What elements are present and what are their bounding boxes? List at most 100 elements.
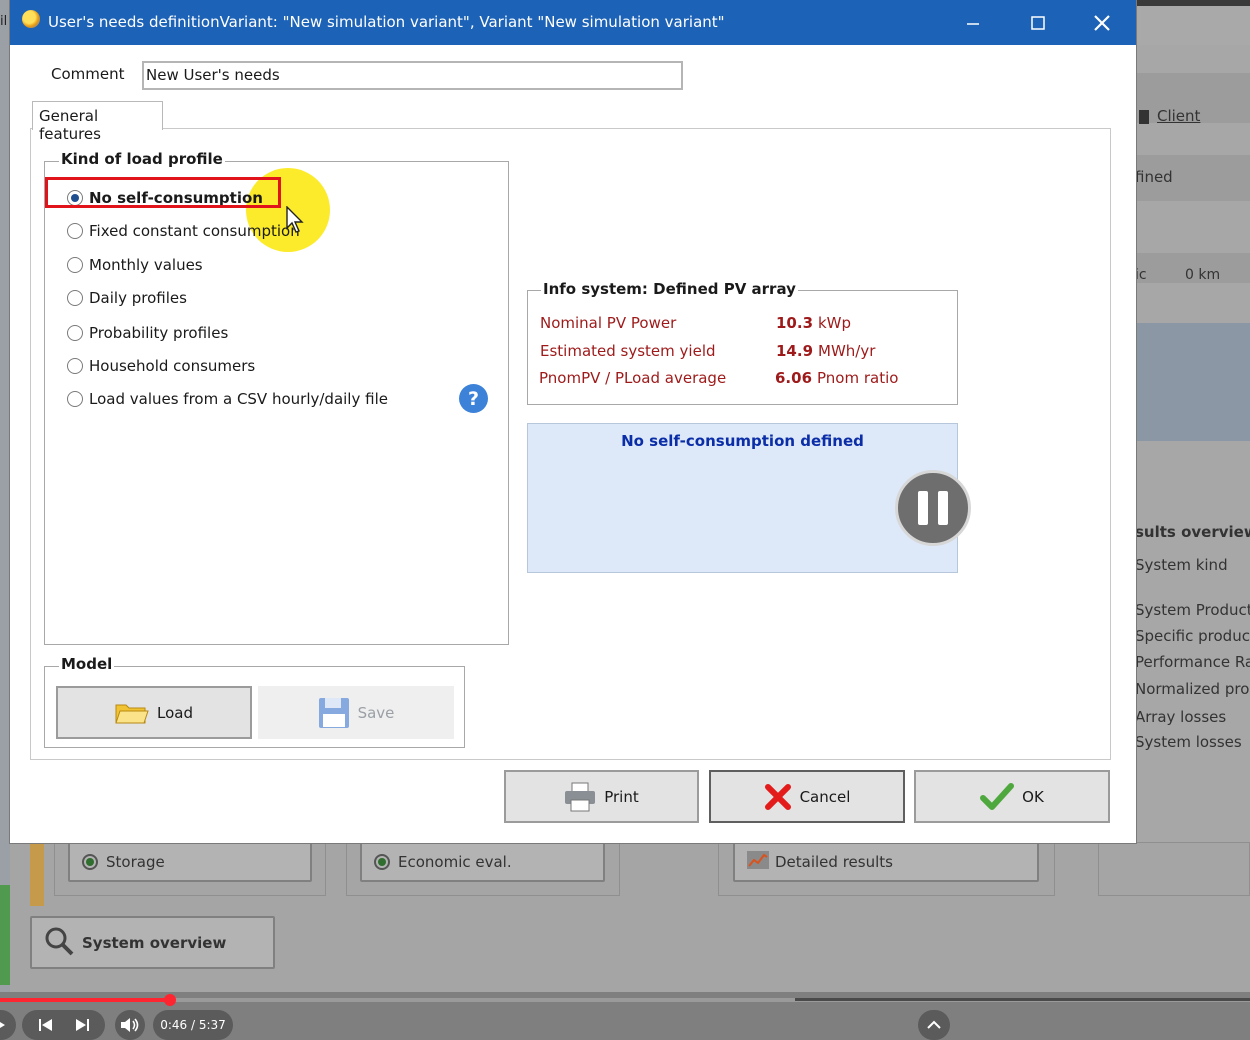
background-green-edge — [0, 885, 10, 985]
system-overview-button[interactable]: System overview — [30, 916, 275, 969]
defined-label: fined — [1135, 168, 1173, 186]
info-label-nominal-power: Nominal PV Power — [540, 314, 677, 332]
play-button[interactable] — [0, 1010, 16, 1040]
comment-field[interactable]: New User's needs — [142, 61, 683, 90]
economic-label: Economic eval. — [398, 853, 512, 871]
system-overview-label: System overview — [82, 933, 227, 952]
maximize-button[interactable] — [1008, 0, 1068, 45]
magnifier-icon — [44, 926, 74, 960]
results-item: Normalized produ — [1135, 680, 1250, 698]
option-label: Monthly values — [89, 256, 203, 274]
distance-value: 0 km — [1185, 267, 1221, 283]
video-player-bar: 0:46 / 5:37 — [0, 992, 1250, 1040]
save-label: Save — [357, 703, 395, 722]
background-frame — [1098, 842, 1250, 896]
option-daily-profiles[interactable]: Daily profiles — [67, 287, 187, 309]
previous-icon[interactable] — [38, 1018, 53, 1032]
client-icon — [1139, 109, 1149, 124]
radio-icon — [67, 257, 83, 273]
results-item: Specific productio — [1135, 627, 1250, 645]
maximize-icon — [1031, 15, 1045, 30]
checkmark-icon — [980, 782, 1015, 810]
cancel-button[interactable]: Cancel — [709, 770, 905, 823]
printer-icon — [565, 782, 596, 811]
results-item: System losses — [1135, 733, 1242, 751]
background-accent-bar — [30, 842, 44, 906]
app-icon — [22, 10, 40, 28]
option-probability-profiles[interactable]: Probability profiles — [67, 322, 228, 344]
info-label-pnom-ratio: PnomPV / PLoad average — [539, 369, 727, 387]
cancel-label: Cancel — [799, 787, 851, 806]
background-blue-block — [1135, 323, 1250, 441]
option-monthly-values[interactable]: Monthly values — [67, 254, 203, 276]
volume-icon — [121, 1018, 139, 1032]
info-value-system-yield: 14.9 — [776, 342, 814, 360]
radio-icon — [67, 391, 83, 407]
help-icon[interactable]: ? — [459, 384, 488, 413]
radio-icon — [67, 223, 83, 239]
progress-fill — [0, 998, 170, 1002]
option-household-consumers[interactable]: Household consumers — [67, 355, 255, 377]
cancel-x-icon — [764, 783, 791, 810]
storage-status-icon — [82, 854, 98, 870]
results-overview-heading: sults overview — [1135, 523, 1250, 541]
expand-button[interactable] — [918, 1010, 950, 1040]
info-value-nominal-power: 10.3 — [776, 314, 814, 332]
selection-highlight-box — [45, 177, 281, 208]
economic-status-icon — [374, 854, 390, 870]
minimize-button[interactable] — [943, 0, 1003, 45]
option-label: Daily profiles — [89, 289, 187, 307]
progress-track-right — [795, 998, 1250, 1001]
pause-bar — [918, 491, 928, 525]
skip-controls[interactable] — [22, 1010, 105, 1040]
dialog-titlebar[interactable]: User's needs definitionVariant: "New sim… — [10, 0, 1136, 45]
close-icon — [1094, 14, 1110, 31]
load-button[interactable]: Load — [56, 686, 252, 739]
info-system-title: Info system: Defined PV array — [541, 280, 798, 298]
results-item: System kind — [1135, 556, 1228, 574]
background-left-edge: il — [0, 0, 10, 1000]
radio-icon — [67, 290, 83, 306]
results-item: Array losses — [1135, 708, 1227, 726]
volume-button[interactable] — [115, 1010, 145, 1040]
distance-row: ic 0 km — [1135, 267, 1250, 283]
chevron-up-icon — [927, 1020, 941, 1029]
pause-icon[interactable] — [895, 470, 971, 546]
tab-general-features[interactable]: General features — [32, 101, 163, 143]
print-label: Print — [604, 787, 639, 806]
pause-bar — [938, 491, 948, 525]
chart-icon — [747, 851, 769, 873]
option-label: Fixed constant consumption — [89, 222, 300, 240]
results-item: Performance Rat — [1135, 653, 1250, 671]
save-button[interactable]: Save — [258, 686, 454, 739]
model-title: Model — [59, 655, 115, 673]
storage-button[interactable]: Storage — [68, 842, 312, 882]
next-icon[interactable] — [75, 1018, 89, 1032]
close-button[interactable] — [1072, 0, 1132, 45]
print-button[interactable]: Print — [504, 770, 699, 823]
option-label: Probability profiles — [89, 324, 229, 342]
info-unit-pnom-ratio: Pnom ratio — [817, 369, 899, 387]
time-display: 0:46 / 5:37 — [153, 1010, 233, 1040]
option-load-values-csv[interactable]: Load values from a CSV hourly/daily file — [67, 388, 388, 410]
floppy-disk-icon — [318, 697, 349, 728]
distance-prefix: ic — [1135, 267, 1147, 283]
progress-thumb[interactable] — [164, 994, 176, 1006]
option-fixed-constant-consumption[interactable]: Fixed constant consumption — [67, 220, 300, 242]
info-unit-system-yield: MWh/yr — [818, 342, 876, 360]
option-label: Household consumers — [89, 357, 256, 375]
ok-button[interactable]: OK — [914, 770, 1110, 823]
detailed-results-button[interactable]: Detailed results — [733, 842, 1039, 882]
load-label: Load — [157, 703, 193, 722]
economic-eval-button[interactable]: Economic eval. — [360, 842, 605, 882]
dialog-title: User's needs definitionVariant: "New sim… — [48, 13, 725, 31]
ok-label: OK — [1022, 787, 1044, 806]
info-value-pnom-ratio: 6.06 — [775, 369, 813, 387]
client-label: Client — [1157, 107, 1201, 125]
client-tab[interactable]: Client — [1139, 107, 1250, 125]
folder-icon — [115, 704, 149, 723]
comment-label: Comment — [51, 65, 125, 83]
storage-label: Storage — [106, 853, 165, 871]
background-right-panel: Client fined ic 0 km sults overview Syst… — [1135, 45, 1250, 865]
load-profile-title: Kind of load profile — [59, 150, 225, 168]
